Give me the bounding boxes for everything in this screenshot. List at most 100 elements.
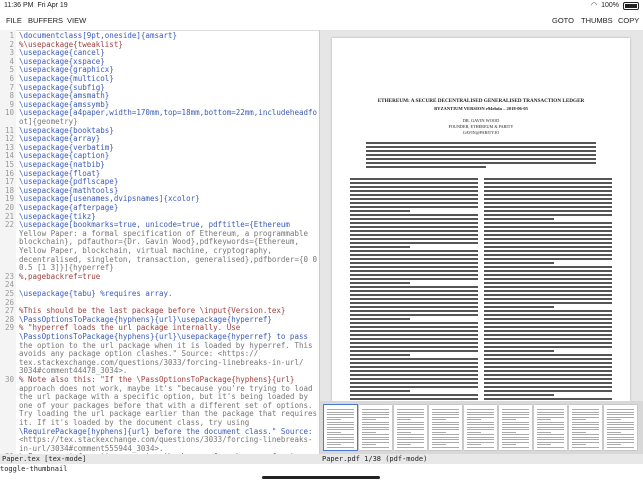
thumbnail-text-line	[362, 419, 376, 420]
home-indicator[interactable]	[262, 476, 380, 479]
body-text-line	[484, 198, 612, 200]
body-text-line	[484, 246, 612, 248]
body-text-line	[484, 358, 612, 360]
thumbnail-text-line	[467, 411, 494, 413]
body-text-line	[350, 310, 478, 312]
thumbnail-text-line	[502, 409, 529, 410]
body-text-line	[484, 178, 612, 180]
thumbnail-text-line	[362, 439, 389, 440]
pdf-thumbnail[interactable]	[359, 405, 392, 450]
body-text-line	[484, 206, 612, 208]
thumbnail-text-line	[572, 446, 599, 448]
body-text-line	[366, 154, 596, 156]
thumbnail-text-line	[362, 436, 389, 438]
tex-editor[interactable]: 1 \documentclass[9pt,oneside]{amsart} 2 %\u…	[0, 30, 320, 454]
pdf-thumbnail[interactable]	[394, 405, 427, 450]
body-text-line	[484, 290, 612, 292]
thumbnail-text-line	[397, 411, 424, 413]
body-text-line	[484, 258, 612, 260]
thumbnail-text-line	[432, 434, 459, 435]
thumbnail-text-line	[607, 416, 634, 418]
pdf-thumbnail[interactable]	[604, 405, 637, 450]
body-text-line	[484, 250, 612, 252]
line-number: 22	[4, 220, 14, 230]
thumbnail-text-line	[537, 436, 564, 438]
body-text-line	[350, 390, 410, 392]
thumbnail-text-line	[572, 424, 599, 425]
battery-icon	[623, 2, 639, 10]
thumbnail-text-line	[327, 441, 354, 443]
menu-goto[interactable]: GOTO	[552, 12, 574, 30]
body-text-line	[350, 202, 478, 204]
body-text-line	[350, 278, 478, 280]
body-text-line	[484, 318, 612, 320]
thumbnail-text-line	[502, 446, 529, 448]
body-text-line	[484, 254, 612, 256]
body-text-line	[484, 342, 612, 344]
body-text-line	[366, 142, 596, 144]
pdf-thumbnail[interactable]	[569, 405, 602, 450]
thumbnail-text-line	[362, 431, 376, 433]
body-text-line	[366, 158, 596, 160]
thumbnail-text-line	[397, 444, 411, 445]
thumbnail-text-line	[537, 424, 564, 425]
thumbnail-text-line	[327, 446, 354, 448]
body-text-line	[350, 322, 478, 324]
body-text-line	[484, 334, 612, 336]
menu-file[interactable]: FILE	[6, 12, 22, 30]
body-text-line	[350, 226, 478, 228]
menu-thumbs[interactable]: THUMBS	[581, 12, 613, 30]
thumbnail-text-line	[432, 419, 446, 420]
pdf-thumbnail[interactable]	[323, 404, 358, 451]
pdf-thumbnail[interactable]	[429, 405, 462, 450]
paper-version: BYZANTIUM VERSION e94ebda – 2018-06-05	[434, 106, 528, 111]
body-text-line	[350, 382, 478, 384]
body-text-line	[484, 234, 612, 236]
body-text-line	[350, 366, 478, 368]
pdf-thumbnail[interactable]	[534, 405, 567, 450]
minibuffer[interactable]: toggle-thumbnail	[0, 464, 643, 474]
thumbnail-text-line	[362, 446, 389, 448]
body-text-line	[350, 186, 478, 188]
pdf-thumbnail[interactable]	[464, 405, 497, 450]
body-text-line	[484, 230, 612, 232]
thumbnail-text-line	[397, 429, 424, 430]
body-text-line	[350, 250, 478, 252]
body-text-line	[350, 198, 478, 200]
body-text-line	[484, 382, 612, 384]
thumbnail-text-line	[502, 429, 529, 430]
thumbnail-text-line	[607, 414, 634, 415]
thumbnail-text-line	[502, 416, 529, 418]
body-text-line	[484, 378, 612, 380]
body-text-line	[484, 394, 554, 396]
body-text-line	[350, 238, 478, 240]
pdf-viewer[interactable]: ETHEREUM: A SECURE DECENTRALISED GENERAL…	[320, 30, 643, 401]
body-text-line	[484, 294, 612, 296]
thumbnail-text-line	[537, 441, 564, 443]
body-text-line	[350, 262, 478, 264]
menu-copy[interactable]: COPY	[618, 12, 639, 30]
body-text-line	[484, 362, 612, 364]
pdf-thumbnail[interactable]	[499, 405, 532, 450]
pdf-page[interactable]: ETHEREUM: A SECURE DECENTRALISED GENERAL…	[332, 38, 630, 401]
body-text-line	[350, 386, 478, 388]
thumbnail-text-line	[327, 414, 354, 415]
thumbnail-text-line	[432, 431, 446, 433]
thumbnail-strip[interactable]	[320, 401, 643, 454]
menu-view[interactable]: VIEW	[67, 12, 86, 30]
status-time: 11:36 PM	[4, 2, 34, 9]
body-text-line	[484, 398, 612, 400]
editor-line[interactable]: 23 %,pagebackref=true	[0, 272, 100, 282]
body-text-line	[350, 294, 478, 296]
thumbnail-text-line	[327, 424, 354, 425]
body-text-line	[484, 346, 612, 348]
body-text-line	[350, 302, 478, 304]
body-text-line	[484, 298, 612, 300]
editor-line[interactable]: 25 \usepackage{tabu} %requires array.	[0, 289, 173, 299]
thumbnail-text-line	[467, 439, 494, 440]
thumbnail-text-line	[467, 431, 481, 433]
body-text-line	[350, 338, 478, 340]
menu-buffers[interactable]: BUFFERS	[28, 12, 63, 30]
thumbnail-text-line	[467, 441, 494, 443]
thumbnail-text-line	[432, 436, 459, 438]
